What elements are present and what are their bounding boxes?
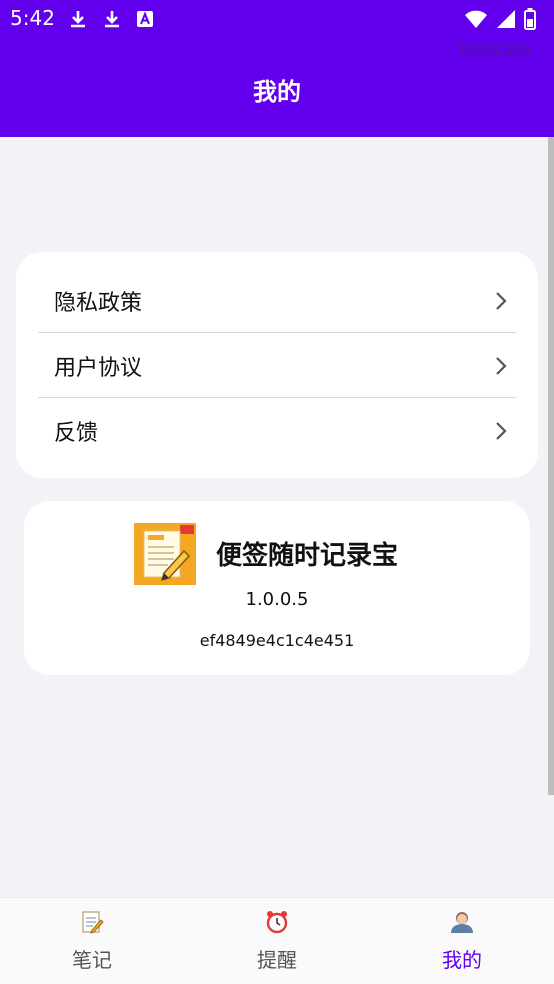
- device-id: ef4849e4c1c4e451: [199, 631, 355, 650]
- chevron-right-icon: [496, 291, 507, 310]
- status-bar: 5:42: [0, 0, 554, 38]
- memo-icon: [82, 911, 104, 934]
- a-box-icon: [137, 11, 153, 27]
- tab-reminders[interactable]: 提醒: [185, 898, 369, 984]
- header-id-text: 59391389: [458, 42, 530, 59]
- user-icon: [451, 912, 473, 933]
- alarm-clock-icon: [266, 911, 288, 934]
- menu-item-label: 反馈: [54, 420, 99, 446]
- chevron-right-icon: [496, 421, 507, 440]
- battery-icon: [524, 8, 536, 30]
- page-title: 我的: [253, 78, 301, 106]
- status-icons-left: [68, 8, 154, 30]
- menu-item-feedback[interactable]: 反馈: [38, 398, 516, 463]
- signal-icon: [497, 10, 515, 28]
- bottom-tab-bar: 笔记 提醒 我的: [0, 897, 554, 984]
- settings-menu-card: 隐私政策 用户协议 反馈: [16, 252, 538, 478]
- status-time: 5:42: [10, 6, 55, 30]
- menu-item-user-agreement[interactable]: 用户协议: [38, 333, 516, 398]
- tab-label: 笔记: [72, 948, 112, 972]
- menu-item-label: 用户协议: [54, 355, 143, 381]
- chevron-right-icon: [496, 356, 507, 375]
- status-icons-right: [464, 8, 536, 30]
- app-header: 5:42 59391389 我的: [0, 0, 554, 137]
- app-version: 1.0.0.5: [245, 589, 309, 610]
- tab-label: 提醒: [257, 948, 297, 972]
- app-info-card: 便签随时记录宝 1.0.0.5 ef4849e4c1c4e451: [24, 501, 530, 675]
- app-name: 便签随时记录宝: [216, 541, 399, 571]
- download-icon: [71, 11, 85, 28]
- menu-item-privacy-policy[interactable]: 隐私政策: [38, 268, 516, 333]
- scrollbar[interactable]: [548, 137, 554, 795]
- menu-item-label: 隐私政策: [54, 290, 143, 316]
- download-icon: [105, 11, 119, 28]
- wifi-icon: [465, 10, 487, 28]
- tab-mine[interactable]: 我的: [370, 898, 554, 984]
- tab-notes[interactable]: 笔记: [0, 898, 184, 984]
- tab-label: 我的: [442, 948, 482, 972]
- app-logo-icon: [134, 523, 196, 585]
